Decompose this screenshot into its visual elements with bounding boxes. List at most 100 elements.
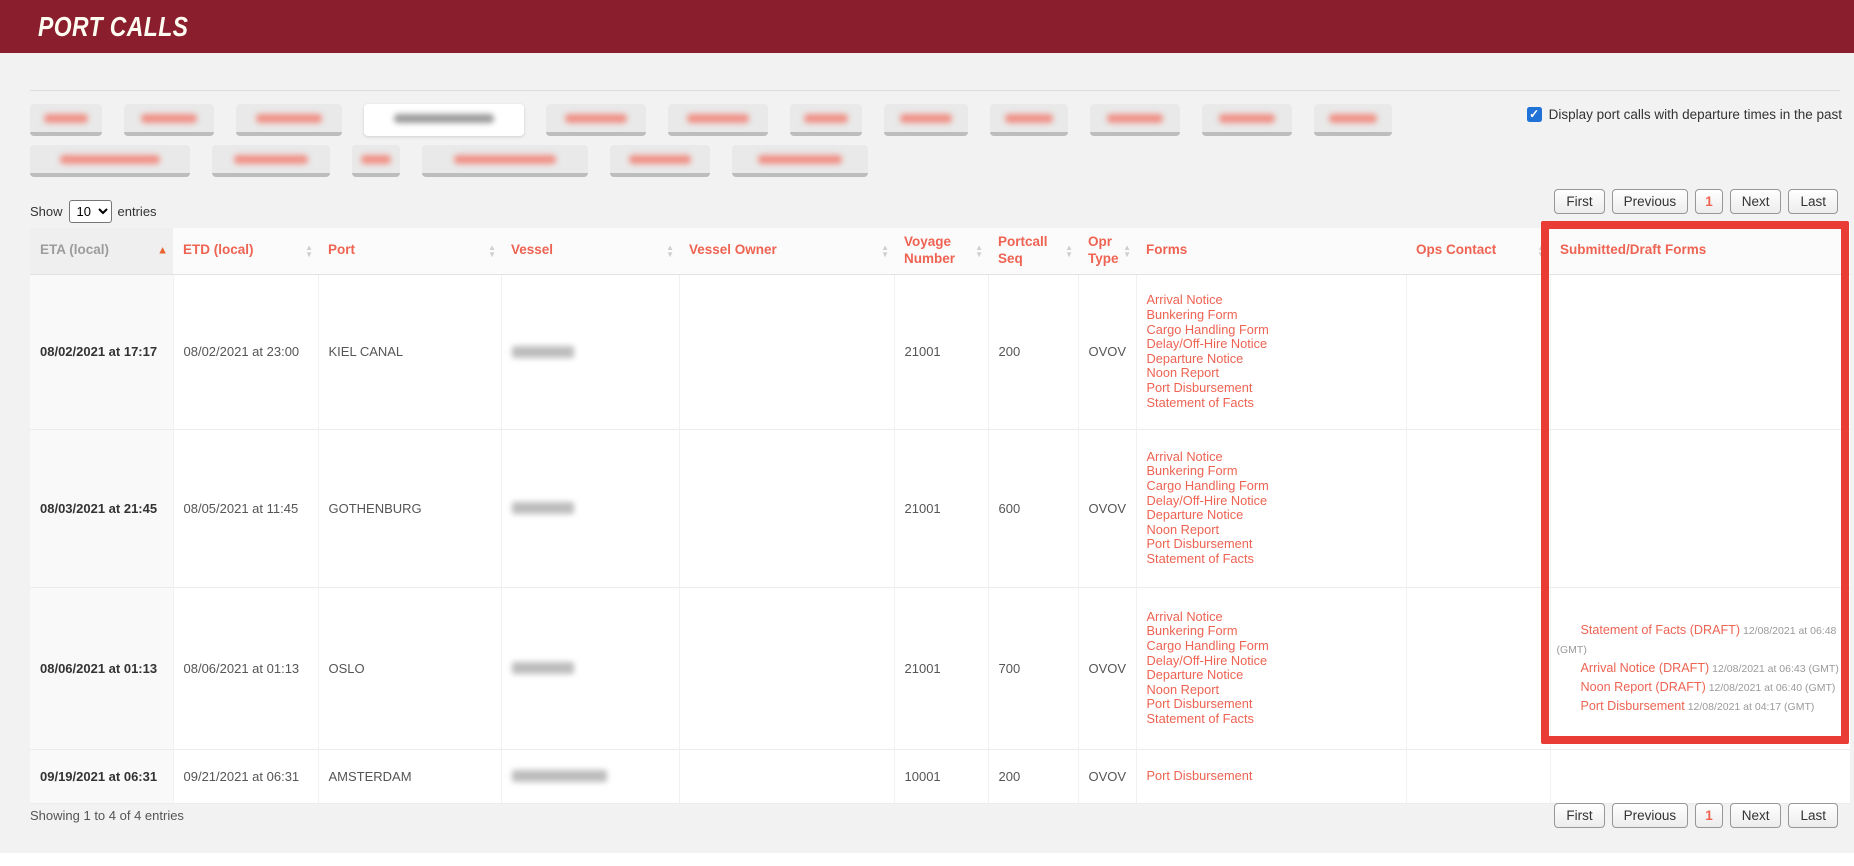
form-link-bunkering-form[interactable]: Bunkering Form (1147, 464, 1396, 479)
tab-redacted[interactable] (546, 104, 646, 136)
tab-redacted[interactable] (422, 145, 588, 177)
tab-redacted[interactable] (212, 145, 330, 177)
tab-active-redacted[interactable] (364, 104, 524, 136)
form-link-arrival-notice[interactable]: Arrival Notice (1147, 450, 1396, 465)
tab-redacted[interactable] (236, 104, 342, 136)
tab-redacted[interactable] (990, 104, 1068, 136)
cell-port: GOTHENBURG (318, 429, 501, 587)
form-link-cargo-handling-form[interactable]: Cargo Handling Form (1147, 323, 1396, 338)
form-link-delay-off-hire-notice[interactable]: Delay/Off-Hire Notice (1147, 654, 1396, 669)
form-link-departure-notice[interactable]: Departure Notice (1147, 352, 1396, 367)
cell-eta: 08/02/2021 at 17:17 (30, 274, 173, 429)
tab-redacted[interactable] (352, 145, 400, 177)
form-link-statement-of-facts[interactable]: Statement of Facts (1147, 396, 1396, 411)
form-link-bunkering-form[interactable]: Bunkering Form (1147, 624, 1396, 639)
column-header-eta-local[interactable]: ETA (local)▲ (30, 228, 173, 274)
entries-select[interactable]: 10 (69, 200, 112, 223)
tab-redacted[interactable] (30, 104, 102, 136)
form-link-noon-report[interactable]: Noon Report (1147, 683, 1396, 698)
submitted-form-link-arrival-notice-draft[interactable]: Arrival Notice (DRAFT) (1581, 661, 1710, 675)
previous-page-button[interactable]: Previous (1612, 803, 1689, 828)
form-link-noon-report[interactable]: Noon Report (1147, 366, 1396, 381)
form-link-bunkering-form[interactable]: Bunkering Form (1147, 308, 1396, 323)
tab-redacted[interactable] (610, 145, 710, 177)
tab-redacted[interactable] (790, 104, 862, 136)
form-link-delay-off-hire-notice[interactable]: Delay/Off-Hire Notice (1147, 494, 1396, 509)
column-header-label: Vessel Owner (689, 242, 777, 257)
page-number-button[interactable]: 1 (1695, 803, 1723, 828)
redacted-tab-label (394, 114, 493, 123)
column-header-port[interactable]: Port▲▼ (318, 228, 501, 274)
next-page-button[interactable]: Next (1730, 803, 1782, 828)
first-page-button[interactable]: First (1554, 189, 1604, 214)
column-header-opr-type[interactable]: Opr Type▲▼ (1078, 228, 1136, 274)
length-menu: Show 10 entries (30, 200, 157, 223)
cell-vessel-owner (679, 587, 894, 749)
cell-voyage-number: 21001 (894, 274, 988, 429)
column-header-ops-contact[interactable]: Ops Contact▲▼ (1406, 228, 1550, 274)
submitted-form-entry: Arrival Notice (DRAFT) 12/08/2021 at 06:… (1557, 659, 1843, 678)
form-link-port-disbursement[interactable]: Port Disbursement (1147, 697, 1396, 712)
tab-redacted[interactable] (1202, 104, 1292, 136)
submitted-form-link-port-disbursement[interactable]: Port Disbursement (1581, 699, 1685, 713)
tab-redacted[interactable] (1314, 104, 1392, 136)
form-link-arrival-notice[interactable]: Arrival Notice (1147, 293, 1396, 308)
previous-page-button[interactable]: Previous (1612, 189, 1689, 214)
form-link-statement-of-facts[interactable]: Statement of Facts (1147, 552, 1396, 567)
form-link-departure-notice[interactable]: Departure Notice (1147, 668, 1396, 683)
form-link-departure-notice[interactable]: Departure Notice (1147, 508, 1396, 523)
redacted-tab-label (454, 155, 557, 164)
submitted-form-link-statement-of-facts-draft[interactable]: Statement of Facts (DRAFT) (1581, 623, 1741, 637)
form-link-noon-report[interactable]: Noon Report (1147, 523, 1396, 538)
tab-row-2 (30, 145, 1540, 177)
redacted-tab-label (361, 155, 391, 164)
submitted-form-timestamp: 12/08/2021 at 06:40 (GMT) (1706, 682, 1836, 694)
cell-eta: 08/06/2021 at 01:13 (30, 587, 173, 749)
table-row: 09/19/2021 at 06:3109/21/2021 at 06:31AM… (30, 749, 1850, 803)
redacted-tab-label (60, 155, 159, 164)
last-page-button[interactable]: Last (1788, 189, 1838, 214)
cell-submitted-draft-forms (1550, 749, 1850, 803)
tab-redacted[interactable] (668, 104, 768, 136)
submitted-form-link-noon-report-draft[interactable]: Noon Report (DRAFT) (1581, 680, 1706, 694)
tab-redacted[interactable] (1090, 104, 1180, 136)
page-number-button[interactable]: 1 (1695, 189, 1723, 214)
tab-redacted[interactable] (30, 145, 190, 177)
departure-filter-checkbox[interactable]: ✓ (1527, 107, 1542, 122)
departure-filter: ✓ Display port calls with departure time… (1527, 107, 1842, 122)
form-link-port-disbursement[interactable]: Port Disbursement (1147, 381, 1396, 396)
form-link-arrival-notice[interactable]: Arrival Notice (1147, 610, 1396, 625)
vessel-name-redacted (512, 502, 574, 514)
page-title: PORT CALLS (38, 11, 188, 43)
form-link-statement-of-facts[interactable]: Statement of Facts (1147, 712, 1396, 727)
column-header-vessel-owner[interactable]: Vessel Owner▲▼ (679, 228, 894, 274)
column-header-vessel[interactable]: Vessel▲▼ (501, 228, 679, 274)
column-header-label: ETD (local) (183, 242, 254, 257)
tab-redacted[interactable] (732, 145, 868, 177)
cell-portcall-seq: 200 (988, 274, 1078, 429)
sort-both-icon: ▲▼ (1537, 244, 1545, 258)
form-link-cargo-handling-form[interactable]: Cargo Handling Form (1147, 639, 1396, 654)
form-link-port-disbursement[interactable]: Port Disbursement (1147, 537, 1396, 552)
cell-forms: Arrival NoticeBunkering FormCargo Handli… (1136, 274, 1406, 429)
last-page-button[interactable]: Last (1788, 803, 1838, 828)
tab-row-1 (30, 104, 1540, 136)
next-page-button[interactable]: Next (1730, 189, 1782, 214)
form-link-delay-off-hire-notice[interactable]: Delay/Off-Hire Notice (1147, 337, 1396, 352)
form-link-port-disbursement[interactable]: Port Disbursement (1147, 769, 1396, 784)
redacted-tab-label (565, 114, 627, 123)
first-page-button[interactable]: First (1554, 803, 1604, 828)
redacted-tab-label (256, 114, 322, 123)
form-link-cargo-handling-form[interactable]: Cargo Handling Form (1147, 479, 1396, 494)
redacted-tab-label (1329, 114, 1377, 123)
cell-opr-type: OVOV (1078, 749, 1136, 803)
redacted-tab-label (629, 155, 691, 164)
column-header-portcall-seq[interactable]: Portcall Seq▲▼ (988, 228, 1078, 274)
column-header-voyage-number[interactable]: Voyage Number▲▼ (894, 228, 988, 274)
tab-redacted[interactable] (124, 104, 214, 136)
column-header-etd-local[interactable]: ETD (local)▲▼ (173, 228, 318, 274)
cell-vessel-owner (679, 429, 894, 587)
sort-both-icon: ▲▼ (975, 244, 983, 258)
tab-redacted[interactable] (884, 104, 968, 136)
cell-etd: 08/06/2021 at 01:13 (173, 587, 318, 749)
